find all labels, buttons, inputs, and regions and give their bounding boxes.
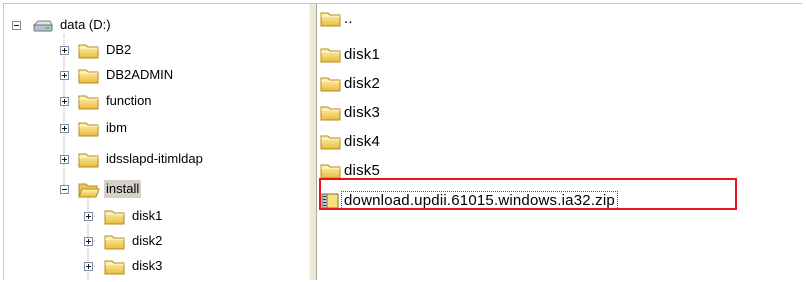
- tree-item-idsslapd-itimldap[interactable]: idsslapd-itimldap: [60, 148, 205, 170]
- tree-item-label: DB2: [106, 42, 132, 57]
- tree-item-ibm[interactable]: ibm: [60, 117, 129, 139]
- folder-icon: [320, 162, 342, 179]
- tree-item-label: ibm: [106, 120, 127, 135]
- expand-toggle-icon[interactable]: [60, 97, 69, 106]
- expand-toggle-icon[interactable]: [84, 237, 93, 246]
- tree-item-db2admin[interactable]: DB2ADMIN: [60, 64, 175, 86]
- list-item-label: disk1: [344, 46, 381, 63]
- tree-item-label: function: [106, 93, 152, 108]
- list-item-label: disk2: [344, 75, 381, 92]
- file-list-pane: .. disk1 disk2 disk3 disk4 disk5 downloa…: [317, 4, 802, 280]
- folder-icon: [320, 46, 342, 63]
- list-item-label: disk5: [344, 162, 381, 179]
- list-item-disk4[interactable]: disk4: [320, 131, 380, 152]
- list-item-disk1[interactable]: disk1: [320, 44, 380, 65]
- list-item-parent-folder[interactable]: ..: [320, 8, 353, 29]
- list-item-label: disk4: [344, 133, 381, 150]
- collapse-toggle-icon[interactable]: [12, 21, 21, 30]
- folder-icon: [320, 75, 342, 92]
- tree-item-label: disk1: [132, 208, 163, 223]
- tree-item-disk1[interactable]: disk1: [84, 205, 164, 227]
- tree-item-db2[interactable]: DB2: [60, 39, 133, 61]
- expand-toggle-icon[interactable]: [84, 262, 93, 271]
- folder-icon: [78, 67, 100, 84]
- tree-item-disk2[interactable]: disk2: [84, 230, 164, 252]
- tree-item-install[interactable]: install: [60, 178, 142, 200]
- expand-toggle-icon[interactable]: [84, 212, 93, 221]
- expand-toggle-icon[interactable]: [60, 124, 69, 133]
- folder-open-icon: [78, 181, 100, 198]
- folder-icon: [320, 104, 342, 121]
- tree-item-label: idsslapd-itimldap: [106, 151, 203, 166]
- folder-icon: [104, 233, 126, 250]
- drive-icon: [32, 17, 54, 34]
- tree-root-drive[interactable]: data (D:): [12, 14, 113, 36]
- folder-icon: [78, 120, 100, 137]
- tree-item-label: DB2ADMIN: [106, 67, 174, 82]
- list-item-label: disk3: [344, 104, 381, 121]
- tree-item-function[interactable]: function: [60, 90, 154, 112]
- folder-icon: [78, 93, 100, 110]
- folder-icon: [104, 208, 126, 225]
- folder-icon: [78, 151, 100, 168]
- pane-splitter[interactable]: [309, 4, 317, 280]
- folder-icon: [320, 133, 342, 150]
- folder-icon: [104, 258, 126, 275]
- tree-item-disk3[interactable]: disk3: [84, 255, 164, 277]
- list-item-disk3[interactable]: disk3: [320, 102, 380, 123]
- folder-tree-pane: data (D:) DB2 DB2ADMIN function ibm idss…: [4, 4, 308, 280]
- tree-item-label-selected: install: [104, 180, 142, 198]
- collapse-toggle-icon[interactable]: [60, 185, 69, 194]
- folder-icon: [78, 42, 100, 59]
- list-item-disk2[interactable]: disk2: [320, 73, 380, 94]
- folder-up-icon: [320, 10, 342, 27]
- expand-toggle-icon[interactable]: [60, 71, 69, 80]
- tree-item-label: data (D:): [60, 17, 111, 32]
- tree-item-label: disk3: [132, 258, 163, 273]
- list-item-label: ..: [344, 10, 353, 27]
- expand-toggle-icon[interactable]: [60, 46, 69, 55]
- tree-item-label: disk2: [132, 233, 163, 248]
- expand-toggle-icon[interactable]: [60, 155, 69, 164]
- highlight-callout-box: [319, 178, 737, 210]
- explorer-window: data (D:) DB2 DB2ADMIN function ibm idss…: [3, 3, 802, 280]
